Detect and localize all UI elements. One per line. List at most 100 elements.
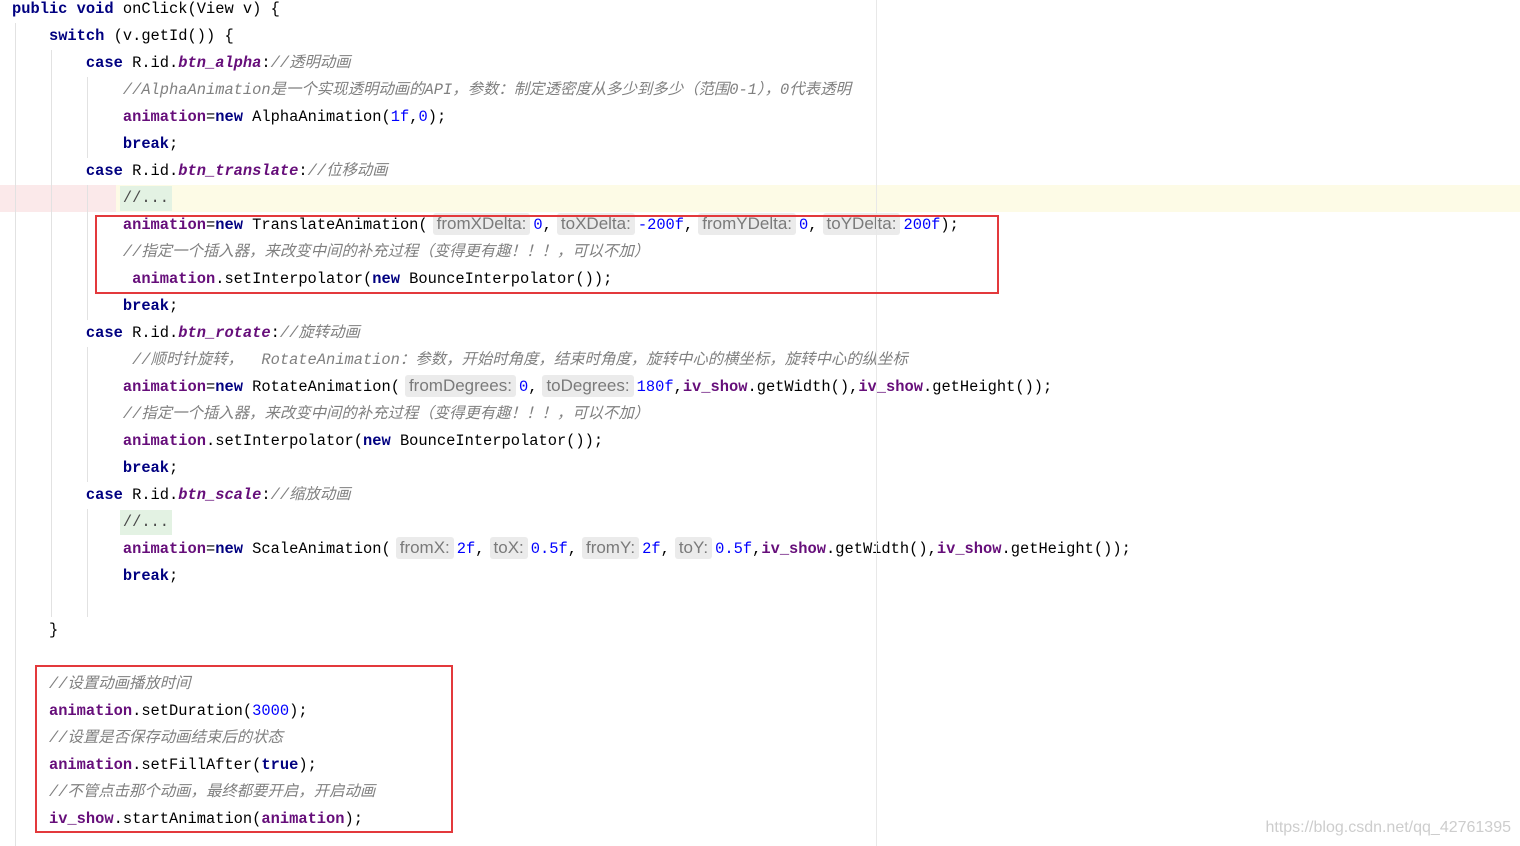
code-line[interactable]: }	[0, 617, 1520, 644]
static-field-reference: btn_rotate	[178, 324, 271, 342]
parameter-name-hint: toX:	[489, 537, 528, 559]
code-line[interactable]: break;	[0, 563, 1520, 590]
code-line[interactable]: case R.id.btn_scale://缩放动画	[0, 482, 1520, 509]
code-text: .getHeight());	[922, 378, 1053, 396]
number-literal: 2f	[456, 540, 476, 558]
code-text: ;	[169, 297, 179, 315]
watermark: https://blog.csdn.net/qq_42761395	[1265, 819, 1511, 836]
code-text: =	[205, 108, 216, 126]
code-line[interactable]: //指定一个插入器，来改变中间的补充过程（变得更有趣！！！，可以不加）	[0, 239, 1520, 266]
code-text: );	[289, 702, 308, 720]
code-text: :	[261, 486, 271, 504]
code-line[interactable]: animation.setInterpolator(new BounceInte…	[0, 266, 1520, 293]
code-line[interactable]: public void onClick(View v) {	[0, 0, 1520, 23]
folded-code-region[interactable]: //...	[119, 510, 173, 535]
field-reference: iv_show	[936, 540, 1002, 558]
code-text: ,	[567, 540, 577, 558]
code-line[interactable]: animation=new ScaleAnimation(fromX: 2f, to…	[0, 536, 1520, 563]
code-text: .getHeight());	[1001, 540, 1131, 558]
code-line-current[interactable]: //...	[0, 185, 1520, 212]
code-line[interactable]: //设置动画播放时间	[0, 671, 1520, 698]
code-text: ,	[808, 216, 818, 234]
code-line[interactable]: //顺时针旋转， RotateAnimation：参数，开始时角度，结束时角度，…	[0, 347, 1520, 374]
code-text: }	[12, 621, 59, 639]
code-text: .setInterpolator(	[215, 270, 373, 288]
number-literal: 1f	[390, 108, 410, 126]
code-line[interactable]: animation=new RotateAnimation(fromDegree…	[0, 374, 1520, 401]
field-reference: animation	[122, 540, 206, 558]
comment: //设置动画播放时间	[48, 675, 191, 693]
code-text: R.id.	[122, 486, 179, 504]
code-line[interactable]: break;	[0, 293, 1520, 320]
number-literal: 0.5f	[715, 540, 753, 558]
code-line[interactable]: case R.id.btn_translate://位移动画	[0, 158, 1520, 185]
comment: //缩放动画	[270, 486, 351, 504]
number-literal: 3000	[252, 702, 290, 720]
code-text: (v.getId()) {	[104, 27, 234, 45]
code-line[interactable]: animation=new TranslateAnimation(fromXDe…	[0, 212, 1520, 239]
number-literal: 0	[533, 216, 543, 234]
comment: //旋转动画	[279, 324, 360, 342]
field-reference: animation	[48, 756, 133, 774]
code-line[interactable]: animation.setFillAfter(true);	[0, 752, 1520, 779]
code-line[interactable]: break;	[0, 455, 1520, 482]
code-text: BounceInterpolator());	[399, 270, 613, 288]
code-line[interactable]: //不管点击那个动画，最终都要开启，开启动画	[0, 779, 1520, 806]
code-text: .getWidth(),	[747, 378, 859, 396]
code-line[interactable]: animation.setInterpolator(new BounceInte…	[0, 428, 1520, 455]
field-reference: animation	[122, 432, 206, 450]
code-line[interactable]	[0, 590, 1520, 617]
comment: //位移动画	[307, 162, 388, 180]
code-text: );	[427, 108, 447, 126]
field-reference: iv_show	[48, 810, 114, 828]
comment: //顺时针旋转， RotateAnimation：参数，开始时角度，结束时角度，…	[132, 351, 908, 369]
keyword: case	[85, 486, 123, 504]
code-area[interactable]: public void onClick(View v) { switch (v.…	[0, 0, 1520, 833]
code-line[interactable]: switch (v.getId()) {	[0, 23, 1520, 50]
code-line[interactable]: //指定一个插入器，来改变中间的补充过程（变得更有趣！！！，可以不加）	[0, 401, 1520, 428]
field-reference: animation	[122, 216, 206, 234]
keyword: case	[85, 324, 123, 342]
code-line[interactable]: //设置是否保存动画结束后的状态	[0, 725, 1520, 752]
code-text: :	[298, 162, 308, 180]
code-text: BounceInterpolator());	[390, 432, 604, 450]
code-line[interactable]: //AlphaAnimation是一个实现透明动画的API，参数：制定透密度从多…	[0, 77, 1520, 104]
field-reference: animation	[261, 810, 345, 828]
code-line[interactable]	[0, 644, 1520, 671]
code-text: ,	[475, 540, 485, 558]
code-line[interactable]: break;	[0, 131, 1520, 158]
code-text: ;	[169, 459, 179, 477]
code-line[interactable]: //...	[0, 509, 1520, 536]
keyword: case	[85, 54, 123, 72]
code-line[interactable]: case R.id.btn_rotate://旋转动画	[0, 320, 1520, 347]
code-line[interactable]: animation.setDuration(3000);	[0, 698, 1520, 725]
keyword: break	[122, 135, 170, 153]
code-editor[interactable]: public void onClick(View v) { switch (v.…	[0, 0, 1520, 846]
code-text: =	[205, 540, 216, 558]
parameter-name-hint: fromXDelta:	[432, 213, 531, 235]
code-line[interactable]: case R.id.btn_alpha://透明动画	[0, 50, 1520, 77]
field-reference: animation	[132, 270, 216, 288]
code-text: ScaleAnimation(	[242, 540, 391, 558]
code-line[interactable]: animation=new AlphaAnimation(1f,0);	[0, 104, 1520, 131]
field-reference: animation	[122, 378, 206, 396]
folded-code-region[interactable]: //...	[119, 186, 173, 211]
field-reference: animation	[48, 702, 133, 720]
parameter-name-hint: toDegrees:	[542, 375, 634, 397]
parameter-name-hint: toYDelta:	[822, 213, 901, 235]
keyword: new	[215, 216, 243, 234]
code-text: ,	[660, 540, 670, 558]
